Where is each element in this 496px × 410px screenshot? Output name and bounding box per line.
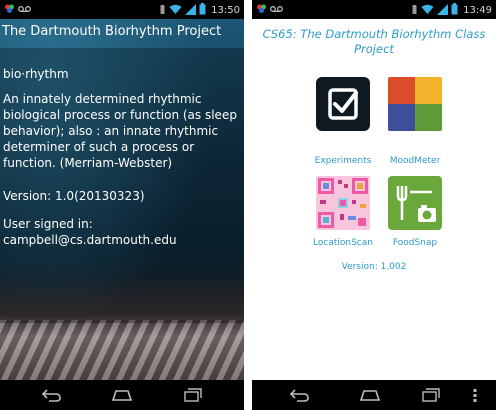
- user-email: campbell@cs.dartmouth.edu: [3, 233, 177, 247]
- foodsnap-label[interactable]: FoodSnap: [370, 238, 460, 248]
- recent-apps-icon: [184, 388, 202, 402]
- recent-apps-icon: [422, 388, 440, 402]
- home-button[interactable]: [110, 387, 134, 403]
- status-time: 13:50: [211, 5, 240, 16]
- page-title: CS65: The Dartmouth Biorhythm Class Proj…: [252, 27, 496, 57]
- left-phone-screen: 13:50 The Dartmouth Biorhythm Project bi…: [0, 0, 244, 410]
- notification-app-icon: [256, 3, 267, 17]
- navigation-bar: [0, 380, 244, 410]
- right-phone-screen: 13:49 CS65: The Dartmouth Biorhythm Clas…: [252, 0, 496, 410]
- navigation-bar: [252, 380, 496, 410]
- battery-icon: [199, 3, 206, 18]
- home-button[interactable]: [358, 387, 382, 403]
- home-icon: [111, 390, 133, 401]
- camera-food-icon: [396, 186, 436, 222]
- battery-icon: [451, 3, 458, 18]
- recent-apps-button[interactable]: [180, 387, 204, 403]
- signed-in-label: User signed in:: [3, 217, 93, 231]
- experiments-app-button[interactable]: [316, 77, 370, 131]
- version-text: Version: 1.0(20130323): [3, 189, 145, 203]
- term-text: bio·rhythm: [3, 67, 69, 81]
- overflow-menu-button[interactable]: [470, 387, 480, 403]
- status-time: 13:49: [463, 5, 492, 16]
- vibrate-icon: [411, 4, 418, 18]
- foodsnap-app-button[interactable]: [388, 176, 442, 230]
- locationscan-app-button[interactable]: [316, 176, 370, 230]
- qr-code-icon: [316, 176, 370, 230]
- page-title-line1: CS65: The Dartmouth Biorhythm Class: [262, 27, 486, 41]
- voicemail-icon: [270, 5, 283, 16]
- signal-icon: [437, 3, 449, 18]
- home-icon: [359, 390, 381, 401]
- moodmeter-label[interactable]: MoodMeter: [370, 156, 460, 166]
- status-bar: 13:50: [0, 0, 244, 19]
- back-icon: [289, 389, 309, 402]
- back-icon: [41, 389, 61, 402]
- check-tablet-icon: [328, 88, 358, 120]
- wifi-icon: [421, 4, 434, 18]
- mood-grid-icon: [388, 77, 442, 131]
- definition-text: An innately determined rhythmic biologic…: [3, 92, 237, 170]
- version-text: Version: 1.002: [341, 262, 407, 272]
- recent-apps-button[interactable]: [418, 387, 442, 403]
- signal-icon: [185, 3, 197, 18]
- page-title-line2: Project: [354, 42, 394, 56]
- wifi-icon: [169, 4, 182, 18]
- back-button[interactable]: [40, 387, 64, 403]
- page-title: The Dartmouth Biorhythm Project: [2, 24, 222, 39]
- status-bar: 13:49: [252, 0, 496, 19]
- moodmeter-app-button[interactable]: [388, 77, 442, 131]
- overflow-menu-icon: [473, 389, 477, 402]
- notification-app-icon: [4, 3, 15, 17]
- voicemail-icon: [18, 5, 31, 16]
- vibrate-icon: [159, 4, 166, 18]
- back-button[interactable]: [288, 387, 312, 403]
- background-photo-texture: [0, 320, 244, 380]
- text-panel: [0, 48, 244, 323]
